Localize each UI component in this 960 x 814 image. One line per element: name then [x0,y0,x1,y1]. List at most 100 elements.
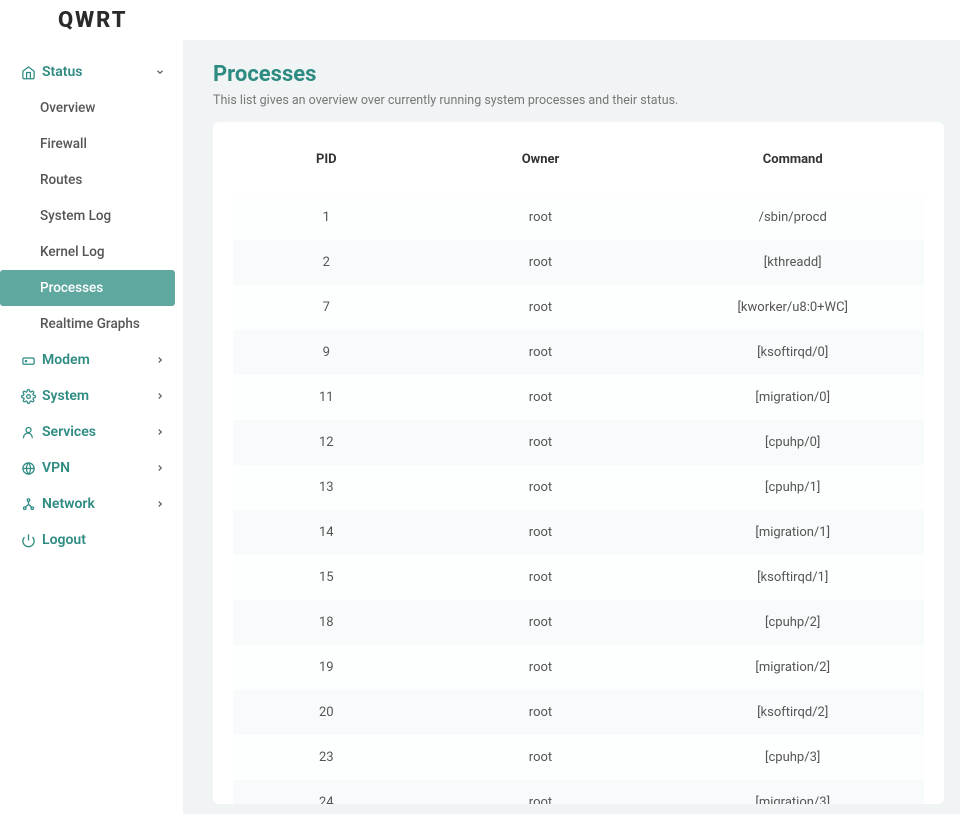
sidebar-group-label: Services [42,424,96,440]
process-table: PID Owner Command 1root/sbin/procd2root[… [233,146,924,804]
header: QWRT [0,0,960,40]
sidebar-group-label: Logout [42,532,86,548]
sidebar-group-services[interactable]: Services [0,414,183,450]
chevron-right-icon [155,427,165,437]
home-icon [20,64,36,80]
sidebar-group-label: Modem [42,352,90,368]
cell-pid: 18 [233,600,420,645]
chevron-right-icon [155,463,165,473]
cell-pid: 11 [233,375,420,420]
table-row[interactable]: 14root[migration/1] [233,510,924,555]
sidebar-group-logout[interactable]: Logout [0,522,183,558]
chevron-right-icon [155,499,165,509]
cell-command: [ksoftirqd/1] [661,555,924,600]
table-row[interactable]: 15root[ksoftirqd/1] [233,555,924,600]
cell-owner: root [420,510,662,555]
sidebar-group-status[interactable]: Status [0,54,183,90]
page-description: This list gives an overview over current… [213,93,944,108]
cell-command: [cpuhp/3] [661,735,924,780]
cell-command: [ksoftirqd/2] [661,690,924,735]
cell-command: [migration/1] [661,510,924,555]
cell-owner: root [420,330,662,375]
sidebar-group-label: VPN [42,460,70,476]
sidebar-item-processes[interactable]: Processes [0,270,175,306]
cell-command: [kthreadd] [661,240,924,285]
cell-owner: root [420,645,662,690]
table-row[interactable]: 20root[ksoftirqd/2] [233,690,924,735]
cell-owner: root [420,375,662,420]
cell-owner: root [420,465,662,510]
table-row[interactable]: 9root[ksoftirqd/0] [233,330,924,375]
cell-pid: 13 [233,465,420,510]
user-icon [20,424,36,440]
cell-command: [ksoftirqd/0] [661,330,924,375]
chevron-right-icon [155,355,165,365]
table-row[interactable]: 11root[migration/0] [233,375,924,420]
col-command: Command [661,146,924,195]
cell-pid: 14 [233,510,420,555]
power-icon [20,532,36,548]
sidebar-item-kernel-log[interactable]: Kernel Log [0,234,183,270]
sidebar-group-label: System [42,388,89,404]
cell-pid: 24 [233,780,420,804]
network-icon [20,496,36,512]
main-content: Processes This list gives an overview ov… [183,40,960,814]
cell-owner: root [420,600,662,645]
col-pid: PID [233,146,420,195]
cell-owner: root [420,420,662,465]
process-panel: PID Owner Command 1root/sbin/procd2root[… [213,122,944,804]
sidebar-group-network[interactable]: Network [0,486,183,522]
chevron-right-icon [155,391,165,401]
table-row[interactable]: 2root[kthreadd] [233,240,924,285]
sidebar-item-system-log[interactable]: System Log [0,198,183,234]
sidebar-group-modem[interactable]: Modem [0,342,183,378]
sidebar: Status Overview Firewall Routes System L… [0,40,183,814]
table-row[interactable]: 12root[cpuhp/0] [233,420,924,465]
page-title: Processes [213,62,944,87]
table-row[interactable]: 18root[cpuhp/2] [233,600,924,645]
cell-command: [cpuhp/0] [661,420,924,465]
cell-command: [kworker/u8:0+WC] [661,285,924,330]
cell-owner: root [420,240,662,285]
col-owner: Owner [420,146,662,195]
cell-owner: root [420,780,662,804]
cell-pid: 1 [233,195,420,240]
table-row[interactable]: 1root/sbin/procd [233,195,924,240]
table-row[interactable]: 7root[kworker/u8:0+WC] [233,285,924,330]
gear-icon [20,388,36,404]
cell-pid: 20 [233,690,420,735]
sidebar-group-system[interactable]: System [0,378,183,414]
cell-pid: 9 [233,330,420,375]
cell-command: [migration/3] [661,780,924,804]
cell-owner: root [420,555,662,600]
modem-icon [20,352,36,368]
cell-pid: 19 [233,645,420,690]
sidebar-item-routes[interactable]: Routes [0,162,183,198]
cell-command: [migration/2] [661,645,924,690]
cell-pid: 7 [233,285,420,330]
table-row[interactable]: 19root[migration/2] [233,645,924,690]
cell-owner: root [420,735,662,780]
chevron-down-icon [155,67,165,77]
cell-command: /sbin/procd [661,195,924,240]
brand-logo: QWRT [58,8,128,33]
table-row[interactable]: 23root[cpuhp/3] [233,735,924,780]
sidebar-item-overview[interactable]: Overview [0,90,183,126]
sidebar-submenu-status: Overview Firewall Routes System Log Kern… [0,90,183,342]
cell-owner: root [420,285,662,330]
table-row[interactable]: 24root[migration/3] [233,780,924,804]
sidebar-item-realtime-graphs[interactable]: Realtime Graphs [0,306,183,342]
table-row[interactable]: 13root[cpuhp/1] [233,465,924,510]
cell-owner: root [420,195,662,240]
sidebar-group-label: Network [42,496,95,512]
cell-command: [cpuhp/1] [661,465,924,510]
cell-command: [migration/0] [661,375,924,420]
sidebar-item-firewall[interactable]: Firewall [0,126,183,162]
cell-command: [cpuhp/2] [661,600,924,645]
cell-pid: 23 [233,735,420,780]
sidebar-group-vpn[interactable]: VPN [0,450,183,486]
cell-pid: 15 [233,555,420,600]
sidebar-group-label: Status [42,64,82,80]
cell-pid: 12 [233,420,420,465]
cell-pid: 2 [233,240,420,285]
